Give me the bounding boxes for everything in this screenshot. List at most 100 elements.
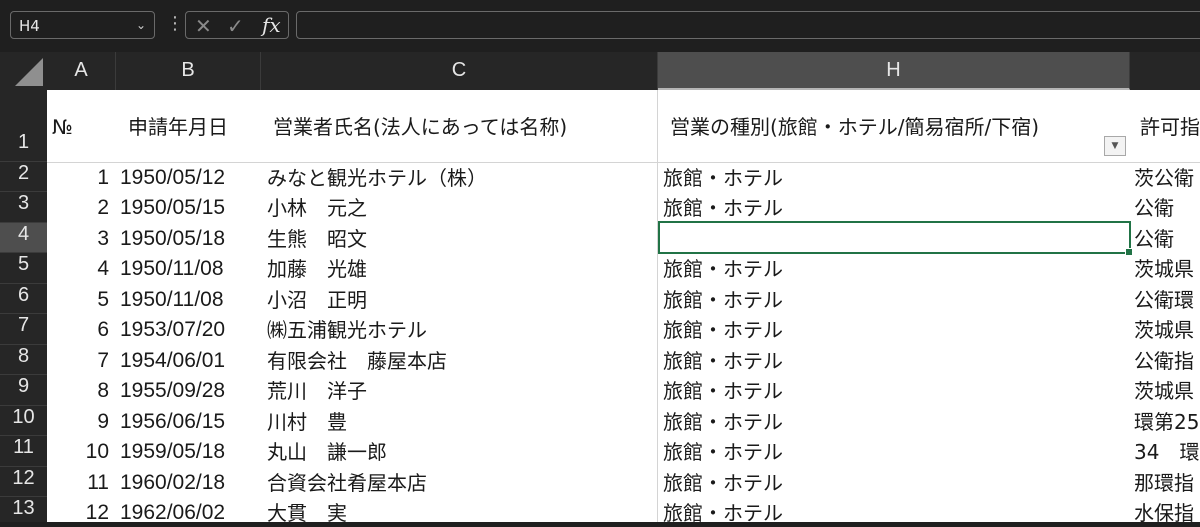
cell-date[interactable]: 1953/07/20 xyxy=(120,315,225,345)
row-header-1[interactable]: 1 xyxy=(0,90,47,162)
cell-date[interactable]: 1955/09/28 xyxy=(120,376,225,406)
cell-name[interactable]: 合資会社肴屋本店 xyxy=(267,468,427,498)
more-options-icon[interactable]: ⋮ xyxy=(166,13,184,35)
cell-permit[interactable]: 茨城県 xyxy=(1134,315,1194,345)
select-all-icon xyxy=(15,58,43,86)
cell-name[interactable]: 有限会社 藤屋本店 xyxy=(267,346,447,376)
cell-type[interactable]: 旅館・ホテル xyxy=(663,315,783,345)
cell-no[interactable]: 5 xyxy=(47,285,109,315)
cell-type[interactable]: 旅館・ホテル xyxy=(663,163,783,193)
cell-name[interactable]: 大貫 実 xyxy=(267,498,347,522)
cell-date[interactable]: 1960/02/18 xyxy=(120,468,225,498)
cell-no[interactable]: 9 xyxy=(47,407,109,437)
column-header-b[interactable]: B xyxy=(116,52,261,90)
cell-name[interactable]: 荒川 洋子 xyxy=(267,376,367,406)
cell-name[interactable]: 小沼 正明 xyxy=(267,285,367,315)
cell-permit[interactable]: 茨公衛 xyxy=(1134,163,1194,193)
cell-no[interactable]: 4 xyxy=(47,254,109,284)
column-header-h[interactable]: H xyxy=(658,52,1130,90)
cell-date[interactable]: 1950/05/15 xyxy=(120,193,225,223)
header-date[interactable]: 申請年月日 xyxy=(128,112,228,142)
header-permit[interactable]: 許可指 xyxy=(1140,112,1200,142)
cell-date[interactable]: 1959/05/18 xyxy=(120,437,225,467)
column-header-c[interactable]: C xyxy=(261,52,658,90)
header-name[interactable]: 営業者氏名(法人にあっては名称) xyxy=(273,112,567,142)
filter-dropdown-icon[interactable]: ▼ xyxy=(1104,136,1126,156)
cell-no[interactable]: 3 xyxy=(47,224,109,254)
column-header-row: A B C H xyxy=(0,52,1200,90)
row-header-8[interactable]: 8 xyxy=(0,345,47,375)
row-header-9[interactable]: 9 xyxy=(0,375,47,406)
cell-date[interactable]: 1962/06/02 xyxy=(120,498,225,522)
select-all-button[interactable] xyxy=(0,52,47,90)
insert-function-icon[interactable]: fx xyxy=(262,13,281,37)
active-cell-selection[interactable] xyxy=(658,221,1133,256)
column-header-a[interactable]: A xyxy=(47,52,116,90)
cell-permit[interactable]: 水保指 xyxy=(1134,498,1194,522)
cell-name[interactable]: 小林 元之 xyxy=(267,193,367,223)
cell-type[interactable]: 旅館・ホテル xyxy=(663,376,783,406)
row-header-4[interactable]: 4 xyxy=(0,223,47,253)
cell-type[interactable]: 旅館・ホテル xyxy=(663,407,783,437)
row-header-11[interactable]: 11 xyxy=(0,436,47,467)
cell-permit[interactable]: 公衛環 xyxy=(1134,285,1194,315)
name-box-value: H4 xyxy=(19,17,40,35)
enter-icon[interactable]: ✓ xyxy=(227,14,244,38)
cell-permit[interactable]: 公衛指 xyxy=(1134,346,1194,376)
cell-permit[interactable]: 茨城県 xyxy=(1134,254,1194,284)
chevron-down-icon[interactable]: ⌄ xyxy=(136,18,146,32)
row-header-7[interactable]: 7 xyxy=(0,314,47,345)
cell-no[interactable]: 11 xyxy=(47,468,109,498)
row-header-10[interactable]: 10 xyxy=(0,406,47,436)
cell-date[interactable]: 1950/05/12 xyxy=(120,163,225,193)
cell-type[interactable]: 旅館・ホテル xyxy=(663,285,783,315)
column-divider xyxy=(657,90,658,522)
cell-name[interactable]: 生熊 昭文 xyxy=(267,224,367,254)
cancel-icon[interactable]: ✕ xyxy=(195,14,212,38)
column-header-next[interactable] xyxy=(1130,52,1200,90)
cell-name[interactable]: 丸山 謙一郎 xyxy=(267,437,387,467)
cell-type[interactable]: 旅館・ホテル xyxy=(663,437,783,467)
cell-no[interactable]: 2 xyxy=(47,193,109,223)
cell-permit[interactable]: 34 環 xyxy=(1134,437,1199,467)
row-header-6[interactable]: 6 xyxy=(0,284,47,314)
row-header-3[interactable]: 3 xyxy=(0,192,47,223)
cell-name[interactable]: 加藤 光雄 xyxy=(267,254,367,284)
formula-buttons: ✕ ✓ fx xyxy=(185,11,289,39)
cell-permit[interactable]: 公衛 xyxy=(1134,193,1194,223)
cell-date[interactable]: 1954/06/01 xyxy=(120,346,225,376)
row-header-12[interactable]: 12 xyxy=(0,467,47,497)
name-box[interactable]: H4 ⌄ xyxy=(10,11,155,39)
cell-permit[interactable]: 公衛 xyxy=(1134,224,1194,254)
cell-no[interactable]: 10 xyxy=(47,437,109,467)
header-no[interactable]: № xyxy=(52,112,73,142)
cell-no[interactable]: 6 xyxy=(47,315,109,345)
cell-type[interactable]: 旅館・ホテル xyxy=(663,254,783,284)
cell-no[interactable]: 8 xyxy=(47,376,109,406)
cell-date[interactable]: 1950/11/08 xyxy=(120,254,224,284)
cell-no[interactable]: 1 xyxy=(47,163,109,193)
cell-name[interactable]: ㈱五浦観光ホテル xyxy=(267,315,427,345)
formula-input[interactable] xyxy=(296,11,1200,39)
row-header-13[interactable]: 13 xyxy=(0,497,47,527)
cell-no[interactable]: 7 xyxy=(47,346,109,376)
cell-date[interactable]: 1950/11/08 xyxy=(120,285,224,315)
cell-permit[interactable]: 那環指 xyxy=(1134,468,1194,498)
cell-type[interactable]: 旅館・ホテル xyxy=(663,498,783,522)
fill-handle[interactable] xyxy=(1125,248,1133,256)
cell-no[interactable]: 12 xyxy=(47,498,109,522)
cell-name[interactable]: みなと観光ホテル（株） xyxy=(267,163,487,193)
cell-date[interactable]: 1950/05/18 xyxy=(120,224,225,254)
cell-type[interactable]: 旅館・ホテル xyxy=(663,193,783,223)
cell-permit[interactable]: 環第25 xyxy=(1134,407,1199,437)
header-type[interactable]: 営業の種別(旅館・ホテル/簡易宿所/下宿) xyxy=(670,112,1039,142)
cell-permit[interactable]: 茨城県 xyxy=(1134,376,1194,406)
cell-type[interactable]: 旅館・ホテル xyxy=(663,346,783,376)
row-header-5[interactable]: 5 xyxy=(0,253,47,284)
cell-type[interactable]: 旅館・ホテル xyxy=(663,468,783,498)
formula-bar: H4 ⌄ ⋮ ✕ ✓ fx xyxy=(0,0,1200,52)
cell-grid[interactable]: № 申請年月日 営業者氏名(法人にあっては名称) 営業の種別(旅館・ホテル/簡易… xyxy=(47,90,1200,522)
cell-date[interactable]: 1956/06/15 xyxy=(120,407,225,437)
cell-name[interactable]: 川村 豊 xyxy=(267,407,347,437)
row-header-2[interactable]: 2 xyxy=(0,162,47,192)
